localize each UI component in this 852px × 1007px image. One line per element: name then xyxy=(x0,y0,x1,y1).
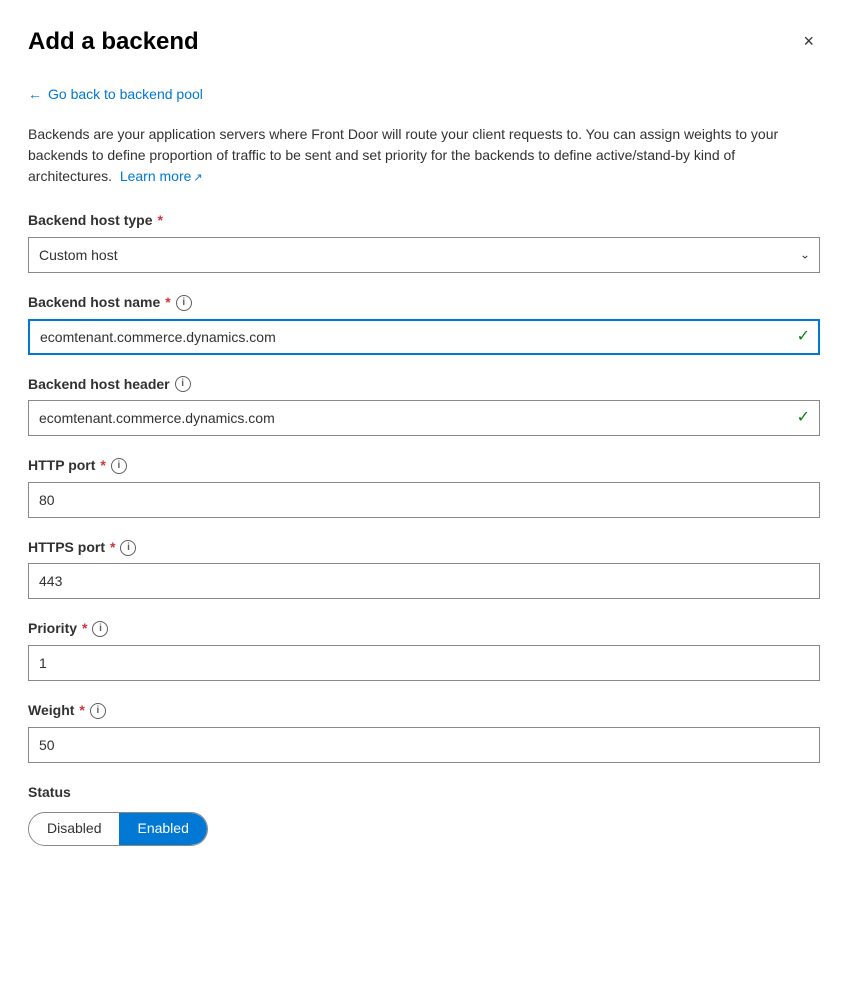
backend-host-type-select-wrapper: Custom host App service Cloud service St… xyxy=(28,237,820,273)
backend-host-name-input[interactable] xyxy=(28,319,820,355)
required-star-4: * xyxy=(110,538,115,558)
external-link-icon: ↗ xyxy=(193,172,202,184)
required-star-6: * xyxy=(79,701,84,721)
back-to-pool-link[interactable]: ← Go back to backend pool xyxy=(28,85,203,105)
panel-header: Add a backend × xyxy=(28,28,820,57)
http-port-input[interactable] xyxy=(28,482,820,518)
weight-input[interactable] xyxy=(28,727,820,763)
https-port-input[interactable] xyxy=(28,563,820,599)
backend-host-header-group: Backend host header i ✓ xyxy=(28,375,820,437)
backend-host-type-group: Backend host type * Custom host App serv… xyxy=(28,211,820,273)
back-arrow-icon: ← xyxy=(28,85,42,105)
https-port-info-icon[interactable]: i xyxy=(120,540,136,556)
required-star-2: * xyxy=(165,293,170,313)
http-port-info-icon[interactable]: i xyxy=(111,458,127,474)
backend-host-header-info-icon[interactable]: i xyxy=(175,376,191,392)
priority-label: Priority * i xyxy=(28,619,820,639)
learn-more-link[interactable]: Learn more↗ xyxy=(120,168,203,184)
back-link-label: Go back to backend pool xyxy=(48,85,203,105)
priority-input[interactable] xyxy=(28,645,820,681)
backend-host-header-input[interactable] xyxy=(28,400,820,436)
add-backend-panel: Add a backend × ← Go back to backend poo… xyxy=(0,0,852,1007)
http-port-label: HTTP port * i xyxy=(28,456,820,476)
valid-check-icon: ✓ xyxy=(797,325,810,347)
required-star: * xyxy=(157,211,162,231)
backend-host-type-select[interactable]: Custom host App service Cloud service St… xyxy=(28,237,820,273)
header-valid-check-icon: ✓ xyxy=(797,407,810,429)
backend-host-name-label: Backend host name * i xyxy=(28,293,820,313)
backend-host-name-input-wrapper: ✓ xyxy=(28,319,820,355)
status-enabled-option[interactable]: Enabled xyxy=(119,813,206,845)
close-button[interactable]: × xyxy=(797,28,820,54)
https-port-label: HTTPS port * i xyxy=(28,538,820,558)
backend-host-name-info-icon[interactable]: i xyxy=(176,295,192,311)
backend-host-type-label: Backend host type * xyxy=(28,211,820,231)
panel-title: Add a backend xyxy=(28,28,199,57)
https-port-group: HTTPS port * i xyxy=(28,538,820,600)
required-star-3: * xyxy=(100,456,105,476)
weight-group: Weight * i xyxy=(28,701,820,763)
priority-group: Priority * i xyxy=(28,619,820,681)
status-toggle-group[interactable]: Disabled Enabled xyxy=(28,812,208,846)
priority-info-icon[interactable]: i xyxy=(92,621,108,637)
weight-label: Weight * i xyxy=(28,701,820,721)
status-label: Status xyxy=(28,783,820,803)
http-port-group: HTTP port * i xyxy=(28,456,820,518)
status-section: Status Disabled Enabled xyxy=(28,783,820,847)
status-disabled-option[interactable]: Disabled xyxy=(29,813,119,845)
backend-host-name-group: Backend host name * i ✓ xyxy=(28,293,820,355)
description-text: Backends are your application servers wh… xyxy=(28,124,820,187)
backend-host-header-label: Backend host header i xyxy=(28,375,820,395)
backend-host-header-input-wrapper: ✓ xyxy=(28,400,820,436)
weight-info-icon[interactable]: i xyxy=(90,703,106,719)
required-star-5: * xyxy=(82,619,87,639)
